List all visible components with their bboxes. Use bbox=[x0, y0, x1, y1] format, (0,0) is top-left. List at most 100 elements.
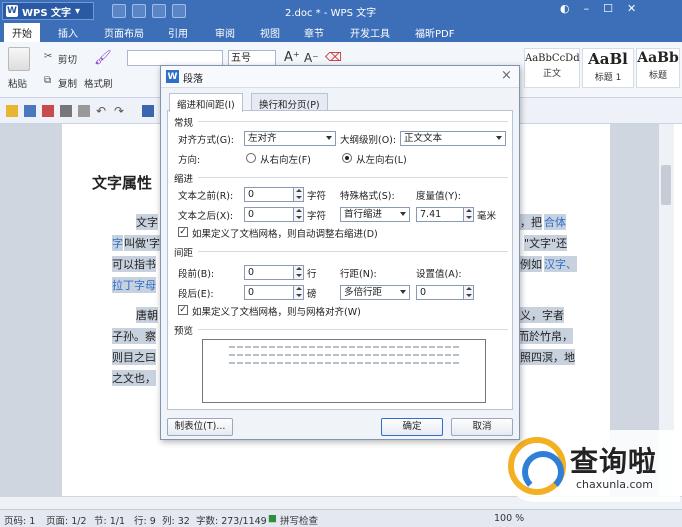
chevron-down-icon: ▾ bbox=[75, 5, 81, 17]
space-after-unit[interactable]: 磅 bbox=[307, 286, 317, 300]
doc-tab-icon[interactable] bbox=[142, 105, 154, 117]
alignment-select[interactable]: 左对齐 bbox=[244, 131, 336, 146]
chevron-down-icon bbox=[326, 136, 332, 140]
minimize-icon[interactable]: – bbox=[584, 2, 590, 15]
doc-link[interactable]: 合体 bbox=[544, 214, 566, 230]
clear-format-icon[interactable]: ⌫ bbox=[325, 50, 342, 64]
measure-value: 7.41 bbox=[420, 209, 442, 220]
tab-review[interactable]: 审阅 bbox=[215, 25, 235, 40]
spinner-icon[interactable] bbox=[293, 208, 303, 221]
indent-after-input[interactable]: 0 bbox=[244, 207, 304, 222]
new-doc-icon[interactable] bbox=[132, 4, 146, 18]
tab-references[interactable]: 引用 bbox=[168, 25, 188, 40]
rtl-label[interactable]: 从右向左(F) bbox=[260, 152, 311, 166]
dialog-tab-panel: 常规 对齐方式(G): 左对齐 大纲级别(O): 正文文本 方向: 从右向左(F… bbox=[167, 110, 513, 410]
measure-unit[interactable]: 毫米 bbox=[477, 208, 496, 222]
tab-indent-spacing[interactable]: 缩进和间距(I) bbox=[169, 93, 243, 112]
indent-before-unit[interactable]: 字符 bbox=[307, 188, 326, 202]
doc-link[interactable]: 字 bbox=[112, 235, 123, 251]
print-icon[interactable] bbox=[60, 105, 72, 117]
space-after-input[interactable]: 0 bbox=[244, 285, 304, 300]
ltr-radio[interactable] bbox=[342, 153, 352, 163]
style-heading[interactable]: AaBb 标题 bbox=[636, 48, 680, 88]
special-format-value: 首行缩进 bbox=[344, 209, 383, 220]
app-menu-button[interactable]: W WPS 文字 ▾ bbox=[2, 2, 94, 20]
ok-button[interactable]: 确定 bbox=[381, 418, 443, 436]
measure-input[interactable]: 7.41 bbox=[416, 207, 474, 222]
maximize-icon[interactable]: ☐ bbox=[603, 2, 613, 15]
chevron-down-icon bbox=[400, 212, 406, 216]
indent-after-unit[interactable]: 字符 bbox=[307, 208, 326, 222]
undo-icon[interactable]: ↶ bbox=[96, 104, 108, 118]
space-before-value: 0 bbox=[248, 267, 255, 278]
cancel-button[interactable]: 取消 bbox=[451, 418, 513, 436]
tab-stops-button[interactable]: 制表位(T)... bbox=[167, 418, 233, 436]
watermark-logo-icon bbox=[508, 437, 566, 495]
spinner-icon[interactable] bbox=[463, 286, 473, 299]
line-spacing-select[interactable]: 多倍行距 bbox=[340, 285, 410, 300]
zoom-level[interactable]: 100 % bbox=[494, 513, 524, 524]
window-controls: ◐ – ☐ ✕ bbox=[560, 2, 636, 15]
set-value-input[interactable]: 0 bbox=[416, 285, 474, 300]
print-icon[interactable] bbox=[152, 4, 166, 18]
spinner-icon[interactable] bbox=[463, 208, 473, 221]
doc-heading: 文字属性 bbox=[92, 174, 153, 192]
paste-button[interactable]: 粘贴 bbox=[8, 76, 27, 90]
font-size-combo[interactable]: 五号 bbox=[228, 50, 276, 66]
tab-chapter[interactable]: 章节 bbox=[304, 25, 324, 40]
rtl-radio[interactable] bbox=[246, 153, 256, 163]
tab-insert[interactable]: 插入 bbox=[58, 25, 78, 40]
tab-home[interactable]: 开始 bbox=[4, 23, 40, 42]
outline-level-select[interactable]: 正文文本 bbox=[400, 131, 506, 146]
font-name-combo[interactable] bbox=[127, 50, 223, 66]
doc-text: 文字 bbox=[136, 214, 158, 230]
space-before-input[interactable]: 0 bbox=[244, 265, 304, 280]
grow-font-icon[interactable]: A⁺ bbox=[284, 50, 300, 65]
status-words: 字数: 273/1149 bbox=[196, 516, 267, 527]
spinner-icon[interactable] bbox=[293, 286, 303, 299]
special-format-select[interactable]: 首行缩进 bbox=[340, 207, 410, 222]
spinner-icon[interactable] bbox=[293, 188, 303, 201]
redo-icon[interactable]: ↷ bbox=[114, 104, 126, 118]
tab-line-page-break[interactable]: 换行和分页(P) bbox=[251, 93, 328, 111]
format-painter-button[interactable]: 格式刷 bbox=[84, 76, 113, 90]
copy-button[interactable]: 复制 bbox=[58, 76, 77, 90]
ltr-label[interactable]: 从左向右(L) bbox=[356, 152, 407, 166]
auto-right-indent-label[interactable]: 如果定义了文档网格，则自动调整右缩进(D) bbox=[192, 226, 378, 240]
paste-icon[interactable] bbox=[8, 47, 30, 71]
tab-developer[interactable]: 开发工具 bbox=[350, 25, 390, 40]
doc-text: 子孙。察 bbox=[112, 328, 156, 344]
spell-check-button[interactable]: 拼写检查 bbox=[280, 513, 318, 527]
close-icon[interactable]: × bbox=[501, 68, 512, 83]
save-icon[interactable] bbox=[112, 4, 126, 18]
ribbon-tabs: 开始 插入 页面布局 引用 审阅 视图 章节 开发工具 福昕PDF bbox=[0, 22, 682, 42]
skin-icon[interactable]: ◐ bbox=[560, 2, 570, 15]
wps-logo-icon: W bbox=[166, 70, 179, 83]
snap-to-grid-label[interactable]: 如果定义了文档网格，则与网格对齐(W) bbox=[192, 304, 361, 318]
style-heading-1[interactable]: AaBl 标题 1 bbox=[582, 48, 634, 88]
close-icon[interactable]: ✕ bbox=[627, 2, 636, 15]
open-icon[interactable] bbox=[6, 105, 18, 117]
tab-foxit-pdf[interactable]: 福昕PDF bbox=[415, 25, 454, 40]
shrink-font-icon[interactable]: A⁻ bbox=[304, 51, 319, 65]
undo-icon[interactable] bbox=[172, 4, 186, 18]
space-before-label: 段前(B): bbox=[178, 269, 215, 280]
style-label: 正文 bbox=[542, 69, 561, 79]
cut-button[interactable]: 剪切 bbox=[58, 52, 77, 66]
pdf-icon[interactable] bbox=[42, 105, 54, 117]
section-spacing: 间距 bbox=[174, 248, 194, 259]
app-name: WPS 文字 bbox=[22, 7, 72, 19]
style-normal[interactable]: AaBbCcDd 正文 bbox=[524, 48, 580, 88]
spinner-icon[interactable] bbox=[293, 266, 303, 279]
indent-before-input[interactable]: 0 bbox=[244, 187, 304, 202]
preview-icon[interactable] bbox=[78, 105, 90, 117]
save-icon[interactable] bbox=[24, 105, 36, 117]
tab-page-layout[interactable]: 页面布局 bbox=[104, 25, 144, 40]
auto-right-indent-checkbox[interactable]: ✓ bbox=[178, 227, 188, 237]
scroll-thumb[interactable] bbox=[661, 165, 671, 205]
snap-to-grid-checkbox[interactable]: ✓ bbox=[178, 305, 188, 315]
doc-link[interactable]: 汉字、 bbox=[544, 256, 577, 272]
space-before-unit[interactable]: 行 bbox=[307, 266, 317, 280]
doc-link[interactable]: 拉丁字母 bbox=[112, 277, 156, 293]
tab-view[interactable]: 视图 bbox=[260, 25, 280, 40]
